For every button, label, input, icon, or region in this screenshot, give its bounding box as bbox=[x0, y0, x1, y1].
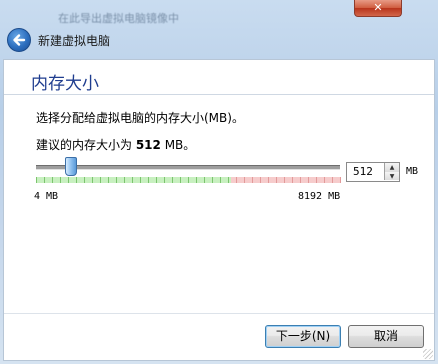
memory-unit-label: MB bbox=[406, 166, 419, 177]
slider-tick bbox=[108, 177, 109, 183]
memory-slider-handle[interactable] bbox=[65, 157, 77, 176]
slider-tick bbox=[84, 177, 85, 183]
slider-tick bbox=[284, 177, 285, 183]
memory-slider-track[interactable] bbox=[36, 165, 340, 170]
slider-tick bbox=[236, 177, 237, 183]
slider-tick bbox=[76, 177, 77, 183]
slider-tick bbox=[124, 177, 125, 183]
back-button[interactable] bbox=[7, 28, 31, 52]
heading-divider bbox=[4, 94, 434, 95]
slider-tick bbox=[68, 177, 69, 183]
slider-tick bbox=[228, 177, 229, 183]
slider-tick bbox=[140, 177, 141, 183]
slider-tick bbox=[100, 177, 101, 183]
recommended-memory-text: 建议的内存大小为 512 MB。 bbox=[36, 136, 195, 153]
background-window-title: 在此导出虚拟电脑镜像中 bbox=[58, 12, 179, 25]
wizard-title: 新建虚拟电脑 bbox=[38, 34, 111, 48]
memory-spinbox[interactable]: 512 ▲ ▼ bbox=[346, 162, 400, 182]
slider-tick bbox=[244, 177, 245, 183]
slider-tick bbox=[252, 177, 253, 183]
slider-tick bbox=[44, 177, 45, 183]
wizard-page: 内存大小 选择分配给虚拟电脑的内存大小(MB)。 建议的内存大小为 512 MB… bbox=[3, 59, 435, 361]
slider-tick bbox=[276, 177, 277, 183]
recommended-prefix: 建议的内存大小为 bbox=[36, 138, 136, 152]
slider-tick bbox=[60, 177, 61, 183]
close-icon: ✕ bbox=[373, 1, 383, 14]
spin-down-icon[interactable]: ▼ bbox=[384, 172, 399, 180]
close-button[interactable]: ✕ bbox=[354, 0, 402, 17]
slider-tick bbox=[220, 177, 221, 183]
slider-tick bbox=[116, 177, 117, 183]
slider-tick bbox=[196, 177, 197, 183]
slider-tick bbox=[156, 177, 157, 183]
slider-tick bbox=[188, 177, 189, 183]
slider-tick bbox=[332, 177, 333, 183]
slider-tick bbox=[308, 177, 309, 183]
slider-tick bbox=[164, 177, 165, 183]
slider-tick bbox=[172, 177, 173, 183]
memory-description: 选择分配给虚拟电脑的内存大小(MB)。 bbox=[36, 111, 244, 125]
slider-tick bbox=[340, 177, 341, 183]
back-arrow-icon bbox=[13, 34, 26, 46]
next-button[interactable]: 下一步(N) bbox=[265, 325, 341, 348]
slider-tick bbox=[36, 177, 37, 183]
slider-ticks bbox=[36, 177, 341, 183]
slider-tick bbox=[300, 177, 301, 183]
page-heading: 内存大小 bbox=[31, 74, 99, 94]
slider-tick bbox=[148, 177, 149, 183]
slider-tick bbox=[316, 177, 317, 183]
slider-min-label: 4 MB bbox=[34, 191, 59, 202]
slider-tick bbox=[212, 177, 213, 183]
slider-tick bbox=[204, 177, 205, 183]
memory-spinbox-value[interactable]: 512 bbox=[353, 165, 373, 178]
footer-divider bbox=[4, 313, 434, 314]
slider-tick bbox=[324, 177, 325, 183]
recommended-suffix: MB。 bbox=[160, 138, 196, 152]
slider-max-label: 8192 MB bbox=[298, 191, 341, 202]
slider-tick bbox=[52, 177, 53, 183]
cancel-button[interactable]: 取消 bbox=[348, 325, 424, 348]
recommended-value: 512 bbox=[135, 138, 161, 152]
resize-grip[interactable] bbox=[423, 349, 433, 359]
slider-tick bbox=[92, 177, 93, 183]
slider-tick bbox=[260, 177, 261, 183]
slider-tick bbox=[132, 177, 133, 183]
slider-tick bbox=[180, 177, 181, 183]
slider-tick bbox=[292, 177, 293, 183]
slider-tick bbox=[268, 177, 269, 183]
